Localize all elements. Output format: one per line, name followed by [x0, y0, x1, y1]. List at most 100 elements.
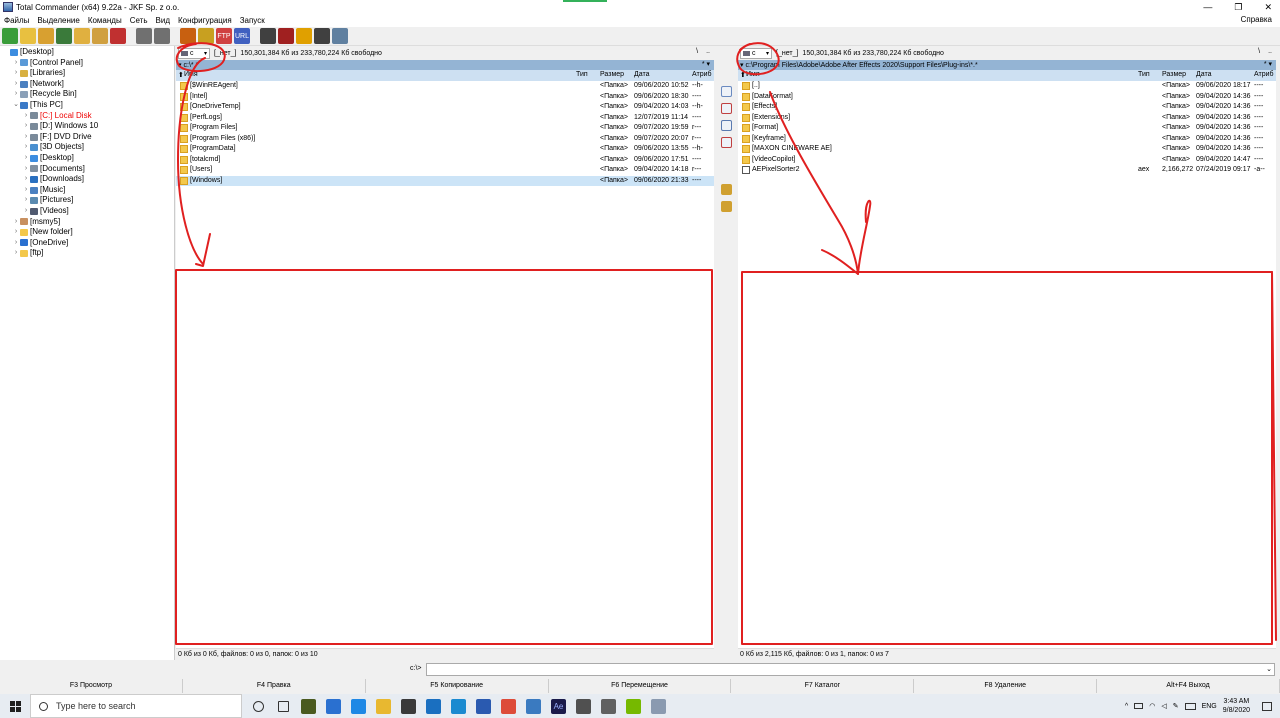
right-drive-select[interactable]: c ▾: [740, 47, 772, 59]
close-button[interactable]: ✕: [1264, 0, 1272, 14]
left-col-type[interactable]: Тип: [576, 71, 588, 78]
keyboard-icon[interactable]: [1184, 702, 1196, 710]
right-path-menu[interactable]: * ▾: [1264, 60, 1272, 68]
left-col-size[interactable]: Размер: [600, 71, 624, 78]
tree-item[interactable]: › [Control Panel]: [0, 58, 174, 69]
invert-icon[interactable]: [110, 28, 126, 44]
right-col-date[interactable]: Дата: [1196, 71, 1212, 78]
file-row[interactable]: [Intel] <Папка> 09/06/2020 18:30 ----: [176, 92, 714, 103]
forward-icon[interactable]: [154, 28, 170, 44]
right-col-size[interactable]: Размер: [1162, 71, 1186, 78]
file-row[interactable]: [..] <Папка> 09/06/2020 18:17 ----: [738, 81, 1276, 92]
clock[interactable]: 3:43 AM 9/8/2020: [1223, 697, 1250, 715]
left-col-date[interactable]: Дата: [634, 71, 650, 78]
save-icon[interactable]: [473, 695, 495, 717]
menu-item[interactable]: Вид: [156, 16, 170, 25]
chevron-up-icon[interactable]: ^: [1125, 703, 1128, 710]
volume-icon[interactable]: ◁: [1161, 702, 1166, 710]
right-col-type[interactable]: Тип: [1138, 71, 1150, 78]
tree-item[interactable]: › [F:] DVD Drive: [0, 132, 174, 143]
notepad-icon[interactable]: [332, 28, 348, 44]
find-icon[interactable]: [260, 28, 276, 44]
maximize-button[interactable]: ❐: [1234, 0, 1242, 14]
right-col-attr[interactable]: Атриб: [1254, 71, 1274, 78]
function-key-button[interactable]: F8 Удаление: [914, 679, 1098, 693]
folder-tree[interactable]: [Desktop] › [Control Panel] › [Libraries] › [N…: [0, 46, 175, 660]
start-button[interactable]: [0, 700, 30, 712]
function-key-button[interactable]: F6 Перемещение: [549, 679, 732, 693]
right-path-bar[interactable]: ▾ c:\Program Files\Adobe\Adobe After Eff…: [738, 60, 1276, 70]
tree-item[interactable]: › [Documents]: [0, 164, 174, 175]
function-key-button[interactable]: F5 Копирование: [366, 679, 549, 693]
compare-icon[interactable]: [314, 28, 330, 44]
edit-icon[interactable]: [720, 103, 732, 114]
chevron-right-icon[interactable]: ›: [22, 206, 30, 217]
function-key-button[interactable]: F4 Правка: [183, 679, 366, 693]
move-icon[interactable]: [720, 137, 732, 148]
sticky-notes-icon[interactable]: [298, 695, 320, 717]
copy-icon[interactable]: [720, 120, 732, 131]
notifications-icon[interactable]: [1262, 701, 1272, 711]
right-root-button[interactable]: \: [1258, 48, 1260, 55]
left-history-icon[interactable]: ▾: [178, 61, 182, 69]
tree-item[interactable]: › [Videos]: [0, 206, 174, 217]
chevron-right-icon[interactable]: ›: [22, 132, 30, 143]
chevron-right-icon[interactable]: ›: [12, 79, 20, 90]
edge-icon[interactable]: [348, 695, 370, 717]
total-commander-icon[interactable]: [523, 695, 545, 717]
rename-icon[interactable]: [278, 28, 294, 44]
settings-icon[interactable]: [598, 695, 620, 717]
left-file-panel[interactable]: c ▾ [_нет_] 150,301,384 Кб из 233,780,22…: [176, 46, 714, 660]
file-row[interactable]: [Program Files (x86)] <Папка> 09/07/2020 2…: [176, 134, 714, 145]
chevron-right-icon[interactable]: ›: [22, 142, 30, 153]
chevron-right-icon[interactable]: ›: [22, 164, 30, 175]
tree-item[interactable]: ⌄ [This PC]: [0, 100, 174, 111]
task-view-icon[interactable]: [273, 695, 295, 717]
tree-item[interactable]: › [ftp]: [0, 248, 174, 259]
menu-item[interactable]: Сеть: [130, 16, 148, 25]
file-row[interactable]: [ProgramData] <Папка> 09/06/2020 13:55 --h-: [176, 144, 714, 155]
file-row[interactable]: [VideoCopilot] <Папка> 09/04/2020 14:47 ---…: [738, 155, 1276, 166]
file-row[interactable]: [Format] <Папка> 09/04/2020 14:36 ----: [738, 123, 1276, 134]
tree-item[interactable]: › [Desktop]: [0, 153, 174, 164]
network-icon[interactable]: [1134, 703, 1144, 709]
nvidia-icon[interactable]: [623, 695, 645, 717]
taskbar-search-box[interactable]: Type here to search: [30, 694, 242, 718]
tree-item[interactable]: › [OneDrive]: [0, 238, 174, 249]
pack-icon[interactable]: [180, 28, 196, 44]
todo-icon[interactable]: [323, 695, 345, 717]
mail-icon[interactable]: [423, 695, 445, 717]
back-icon[interactable]: [136, 28, 152, 44]
tree-item[interactable]: › [msmy5]: [0, 217, 174, 228]
wifi-icon[interactable]: ◠: [1149, 702, 1155, 710]
minimize-button[interactable]: —: [1203, 0, 1212, 14]
file-row[interactable]: [$WinREAgent] <Папка> 09/06/2020 10:52 --h-: [176, 81, 714, 92]
pen-icon[interactable]: ✎: [1173, 702, 1179, 710]
chevron-right-icon[interactable]: ›: [22, 121, 30, 132]
tree-item[interactable]: › [3D Objects]: [0, 142, 174, 153]
chevron-down-icon[interactable]: ⌄: [1266, 665, 1272, 673]
brief-view-icon[interactable]: [20, 28, 36, 44]
tree-item[interactable]: › [Downloads]: [0, 174, 174, 185]
chrome-icon[interactable]: [498, 695, 520, 717]
file-row[interactable]: AEPixelSorter2 aex 2,166,272 07/24/2019 09:…: [738, 165, 1276, 176]
chevron-right-icon[interactable]: ›: [12, 89, 20, 100]
chevron-right-icon[interactable]: ›: [12, 238, 20, 249]
left-drive-select[interactable]: c ▾: [178, 47, 210, 59]
function-key-button[interactable]: F7 Каталог: [731, 679, 915, 693]
left-path-bar[interactable]: ▾ c:\*.* * ▾: [176, 60, 714, 70]
menu-item[interactable]: Выделение: [37, 16, 79, 25]
ftp-icon[interactable]: FTP: [216, 28, 232, 44]
file-row[interactable]: [Effects] <Папка> 09/04/2020 14:36 ----: [738, 102, 1276, 113]
photos-icon[interactable]: [573, 695, 595, 717]
cortana-icon[interactable]: [248, 695, 270, 717]
left-up-button[interactable]: ..: [706, 48, 710, 55]
window-icon[interactable]: [648, 695, 670, 717]
menu-item[interactable]: Файлы: [4, 16, 29, 25]
menu-item[interactable]: Команды: [88, 16, 122, 25]
skype-icon[interactable]: [448, 695, 470, 717]
left-root-button[interactable]: \: [696, 48, 698, 55]
tree-item[interactable]: › [New folder]: [0, 227, 174, 238]
function-key-button[interactable]: F3 Просмотр: [0, 679, 183, 693]
left-col-name[interactable]: Имя: [184, 71, 198, 78]
